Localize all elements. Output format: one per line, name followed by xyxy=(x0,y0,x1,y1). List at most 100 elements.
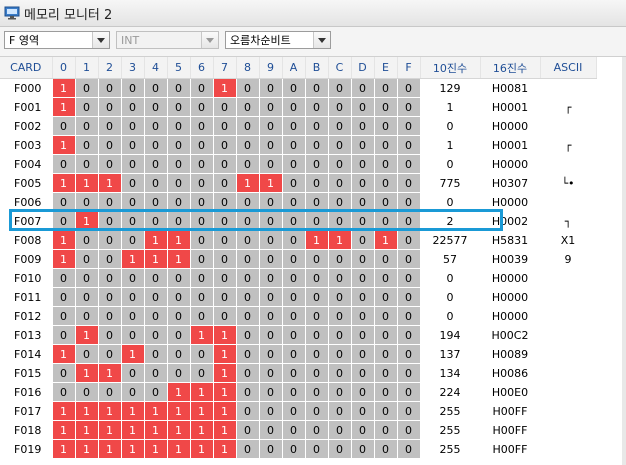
bit-cell[interactable]: 0 xyxy=(305,135,329,155)
bit-cell[interactable]: 0 xyxy=(98,154,122,174)
bit-cell[interactable]: 0 xyxy=(259,135,283,155)
bit-cell[interactable]: 0 xyxy=(75,382,99,402)
bit-cell[interactable]: 1 xyxy=(52,420,76,440)
bit-cell[interactable]: 0 xyxy=(397,344,421,364)
bit-cell[interactable]: 0 xyxy=(328,97,352,117)
bit-cell[interactable]: 0 xyxy=(374,401,398,421)
bit-cell[interactable]: 0 xyxy=(236,154,260,174)
bit-cell[interactable]: 0 xyxy=(351,382,375,402)
bit-cell[interactable]: 0 xyxy=(328,211,352,231)
bit-cell[interactable]: 1 xyxy=(167,439,191,459)
bit-cell[interactable]: 0 xyxy=(351,420,375,440)
bit-cell[interactable]: 0 xyxy=(236,363,260,383)
bit-cell[interactable]: 0 xyxy=(351,306,375,326)
bit-cell[interactable]: 0 xyxy=(52,325,76,345)
bit-cell[interactable]: 0 xyxy=(236,249,260,269)
bit-cell[interactable]: 0 xyxy=(305,325,329,345)
bit-cell[interactable]: 0 xyxy=(305,211,329,231)
bit-cell[interactable]: 1 xyxy=(305,230,329,250)
bit-cell[interactable]: 1 xyxy=(236,173,260,193)
bit-cell[interactable]: 0 xyxy=(98,287,122,307)
table-row[interactable]: F007 0 1 0 0 0 0 0 0 0 0 0 0 0 0 0 0 2 H0002 ┐ xyxy=(0,211,597,231)
bit-cell[interactable]: 0 xyxy=(397,211,421,231)
bit-cell[interactable]: 0 xyxy=(259,230,283,250)
bit-cell[interactable]: 0 xyxy=(397,97,421,117)
bit-cell[interactable]: 0 xyxy=(190,135,214,155)
bit-cell[interactable]: 0 xyxy=(282,135,306,155)
bit-cell[interactable]: 0 xyxy=(75,249,99,269)
bit-cell[interactable]: 0 xyxy=(52,382,76,402)
bit-cell[interactable]: 0 xyxy=(213,135,237,155)
bit-cell[interactable]: 0 xyxy=(351,287,375,307)
bit-cell[interactable]: 0 xyxy=(167,325,191,345)
bit-cell[interactable]: 0 xyxy=(305,249,329,269)
bit-cell[interactable]: 1 xyxy=(98,420,122,440)
bit-cell[interactable]: 0 xyxy=(259,439,283,459)
bit-cell[interactable]: 1 xyxy=(121,439,145,459)
bit-cell[interactable]: 0 xyxy=(328,382,352,402)
bit-cell[interactable]: 0 xyxy=(213,306,237,326)
bit-cell[interactable]: 0 xyxy=(328,401,352,421)
bit-cell[interactable]: 0 xyxy=(167,211,191,231)
bit-cell[interactable]: 0 xyxy=(351,268,375,288)
bit-cell[interactable]: 0 xyxy=(121,306,145,326)
bit-cell[interactable]: 0 xyxy=(144,306,168,326)
bit-cell[interactable]: 0 xyxy=(259,420,283,440)
bit-cell[interactable]: 0 xyxy=(236,287,260,307)
bit-cell[interactable]: 0 xyxy=(98,135,122,155)
vertical-scrollbar[interactable] xyxy=(622,57,626,465)
bit-cell[interactable]: 0 xyxy=(282,116,306,136)
bit-cell[interactable]: 0 xyxy=(328,363,352,383)
column-header-bit-6[interactable]: 6 xyxy=(190,57,214,79)
bit-cell[interactable]: 0 xyxy=(397,420,421,440)
bit-cell[interactable]: 0 xyxy=(98,192,122,212)
bit-cell[interactable]: 0 xyxy=(374,154,398,174)
bit-cell[interactable]: 0 xyxy=(328,78,352,98)
bit-cell[interactable]: 0 xyxy=(351,97,375,117)
bit-cell[interactable]: 1 xyxy=(190,439,214,459)
column-header-bit-4[interactable]: 4 xyxy=(144,57,168,79)
bit-cell[interactable]: 1 xyxy=(167,230,191,250)
bit-cell[interactable]: 0 xyxy=(282,439,306,459)
bit-cell[interactable]: 0 xyxy=(374,382,398,402)
bit-cell[interactable]: 0 xyxy=(328,116,352,136)
bit-cell[interactable]: 0 xyxy=(121,173,145,193)
bit-cell[interactable]: 1 xyxy=(167,420,191,440)
bit-cell[interactable]: 1 xyxy=(52,249,76,269)
bit-cell[interactable]: 0 xyxy=(98,249,122,269)
bit-cell[interactable]: 0 xyxy=(98,211,122,231)
bit-cell[interactable]: 1 xyxy=(190,382,214,402)
bit-cell[interactable]: 0 xyxy=(374,268,398,288)
bit-cell[interactable]: 0 xyxy=(328,420,352,440)
bit-cell[interactable]: 0 xyxy=(351,344,375,364)
bit-cell[interactable]: 0 xyxy=(259,116,283,136)
bit-cell[interactable]: 0 xyxy=(397,306,421,326)
bit-cell[interactable]: 0 xyxy=(190,268,214,288)
bit-cell[interactable]: 0 xyxy=(167,192,191,212)
bit-cell[interactable]: 0 xyxy=(144,135,168,155)
table-row[interactable]: F012 0 0 0 0 0 0 0 0 0 0 0 0 0 0 0 0 0 H0000 xyxy=(0,306,597,326)
bit-cell[interactable]: 1 xyxy=(213,439,237,459)
bit-cell[interactable]: 0 xyxy=(351,401,375,421)
bit-cell[interactable]: 0 xyxy=(75,135,99,155)
bit-cell[interactable]: 0 xyxy=(374,211,398,231)
bit-cell[interactable]: 0 xyxy=(190,230,214,250)
bit-cell[interactable]: 0 xyxy=(305,306,329,326)
table-row[interactable]: F000 1 0 0 0 0 0 0 1 0 0 0 0 0 0 0 0 129 H0081 xyxy=(0,78,597,98)
bit-cell[interactable]: 0 xyxy=(52,211,76,231)
table-row[interactable]: F009 1 0 0 1 1 1 0 0 0 0 0 0 0 0 0 0 57 H0039 9 xyxy=(0,249,597,269)
table-row[interactable]: F011 0 0 0 0 0 0 0 0 0 0 0 0 0 0 0 0 0 H0000 xyxy=(0,287,597,307)
bit-cell[interactable]: 1 xyxy=(98,173,122,193)
bit-cell[interactable]: 0 xyxy=(397,287,421,307)
bit-cell[interactable]: 0 xyxy=(121,211,145,231)
bit-cell[interactable]: 1 xyxy=(167,401,191,421)
bit-cell[interactable]: 0 xyxy=(190,154,214,174)
bit-cell[interactable]: 0 xyxy=(351,439,375,459)
column-header-bit-5[interactable]: 5 xyxy=(167,57,191,79)
bit-cell[interactable]: 0 xyxy=(121,78,145,98)
bit-cell[interactable]: 0 xyxy=(236,230,260,250)
bit-cell[interactable]: 0 xyxy=(52,287,76,307)
table-row[interactable]: F001 1 0 0 0 0 0 0 0 0 0 0 0 0 0 0 0 1 H0001 ┌ xyxy=(0,97,597,117)
bit-cell[interactable]: 0 xyxy=(190,306,214,326)
table-row[interactable]: F017 1 1 1 1 1 1 1 1 0 0 0 0 0 0 0 0 255 H00FF xyxy=(0,401,597,421)
